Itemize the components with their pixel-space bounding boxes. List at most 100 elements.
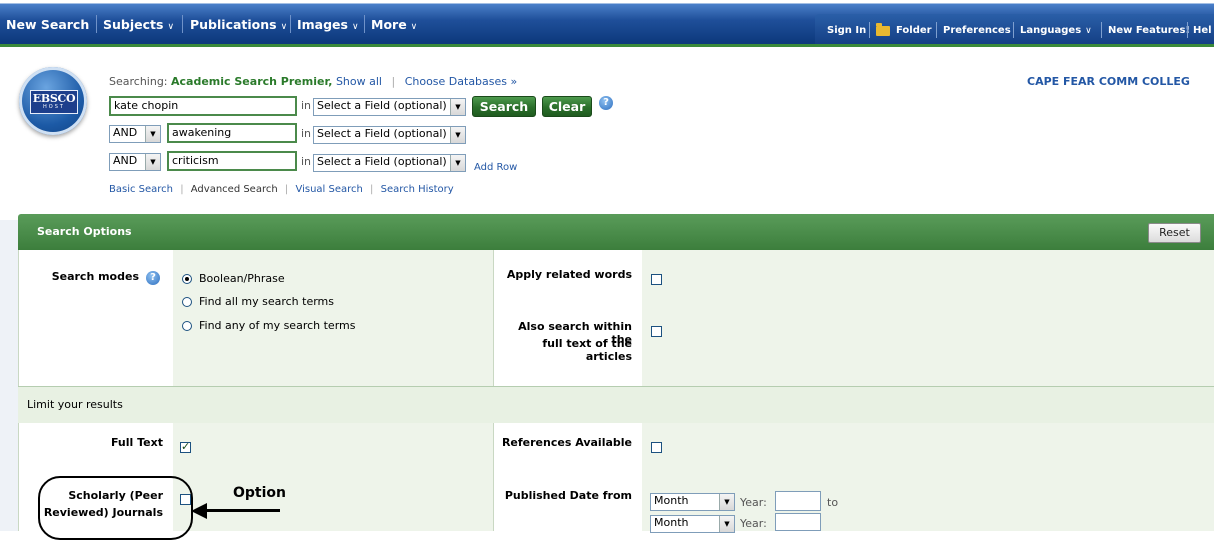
- help-icon[interactable]: ?: [146, 271, 160, 285]
- full-text-checkbox[interactable]: [180, 440, 191, 453]
- separator: |: [391, 75, 396, 88]
- mode-label-find-any: Find any of my search terms: [199, 319, 356, 332]
- boolean-select-value: AND: [113, 126, 138, 139]
- radio-find-all[interactable]: [182, 297, 192, 307]
- nav-images[interactable]: Images ∨: [297, 17, 359, 32]
- new-features-link[interactable]: New Features!: [1108, 25, 1190, 36]
- references-label: References Available: [501, 436, 632, 449]
- boolean-select-3[interactable]: AND ▼: [109, 153, 161, 171]
- search-input-1[interactable]: kate chopin: [109, 96, 297, 116]
- help-icon[interactable]: ?: [599, 96, 613, 110]
- dropdown-arrow-icon: ▼: [145, 126, 160, 142]
- boolean-select-value: AND: [113, 154, 138, 167]
- nav-subjects[interactable]: Subjects ∨: [103, 17, 174, 32]
- year-input-to[interactable]: [775, 513, 821, 531]
- to-label: to: [827, 496, 839, 509]
- in-label: in: [301, 127, 312, 140]
- annotation-oval: [38, 476, 193, 540]
- month-select-value: Month: [654, 494, 689, 507]
- boolean-select-2[interactable]: AND ▼: [109, 125, 161, 143]
- options-value-column-2: [642, 250, 1214, 386]
- search-history-link[interactable]: Search History: [381, 184, 454, 195]
- month-select-to[interactable]: Month ▼: [650, 515, 735, 533]
- dropdown-arrow-icon: ▼: [450, 99, 465, 115]
- chevron-down-icon: ∨: [280, 22, 288, 32]
- dropdown-arrow-icon: ▼: [450, 155, 465, 171]
- preferences-link[interactable]: Preferences: [943, 25, 1011, 36]
- search-input-2[interactable]: awakening: [167, 123, 297, 143]
- year-label: Year:: [740, 517, 767, 530]
- dropdown-arrow-icon: ▼: [719, 494, 734, 510]
- nav-publications[interactable]: Publications ∨: [190, 17, 287, 32]
- languages-label: Languages: [1020, 25, 1082, 36]
- dropdown-arrow-icon: ▼: [719, 516, 734, 532]
- nav-more[interactable]: More ∨: [371, 17, 417, 32]
- sign-in-link[interactable]: Sign In: [827, 25, 866, 36]
- show-all-link[interactable]: Show all: [336, 75, 382, 88]
- folder-icon: [876, 23, 890, 36]
- radio-find-any[interactable]: [182, 321, 192, 331]
- limit-results-title: Limit your results: [27, 398, 123, 411]
- annotation-arrow-icon: [191, 503, 207, 519]
- search-type-links: Basic Search | Advanced Search | Visual …: [109, 184, 454, 195]
- database-name: Academic Search Premier,: [171, 75, 333, 88]
- month-select-value: Month: [654, 516, 689, 529]
- basic-search-link[interactable]: Basic Search: [109, 184, 173, 195]
- separator: |: [284, 184, 289, 195]
- reset-button[interactable]: Reset: [1148, 223, 1201, 243]
- full-text-search-checkbox[interactable]: [651, 326, 662, 337]
- month-select-from[interactable]: Month ▼: [650, 493, 735, 511]
- search-input-3[interactable]: criticism: [167, 151, 297, 171]
- search-button[interactable]: Search: [472, 96, 536, 117]
- searching-label: Searching:: [109, 75, 168, 88]
- chevron-down-icon: ∨: [410, 22, 418, 32]
- field-select-3[interactable]: Select a Field (optional) ▼: [313, 154, 466, 172]
- choose-databases-link[interactable]: Choose Databases »: [405, 75, 518, 88]
- search-options-header: [18, 214, 1214, 250]
- field-select-1[interactable]: Select a Field (optional) ▼: [313, 98, 466, 116]
- visual-search-link[interactable]: Visual Search: [295, 184, 362, 195]
- mode-label-find-all: Find all my search terms: [199, 295, 334, 308]
- year-input-from[interactable]: [775, 491, 821, 511]
- nav-images-label: Images: [297, 17, 348, 32]
- nav-new-search[interactable]: New Search: [6, 17, 89, 32]
- related-words-label: Apply related words: [506, 268, 632, 281]
- limits-value-column: [173, 423, 493, 531]
- related-words-checkbox[interactable]: [651, 274, 662, 285]
- nav-separator: [1187, 22, 1188, 38]
- full-text-search-label-2: full text of the articles: [542, 337, 632, 363]
- nav-separator: [869, 22, 870, 38]
- field-select-value: Select a Field (optional): [317, 99, 447, 112]
- published-date-label: Published Date from: [504, 489, 632, 502]
- nav-underline: [0, 44, 1214, 47]
- nav-separator: [182, 15, 183, 33]
- help-link[interactable]: Hel: [1193, 25, 1212, 36]
- logo-subtext: HOST: [43, 104, 65, 110]
- nav-separator: [936, 22, 937, 38]
- annotation-label: Option: [233, 485, 286, 501]
- field-select-2[interactable]: Select a Field (optional) ▼: [313, 126, 466, 144]
- references-checkbox[interactable]: [651, 442, 662, 453]
- limit-results-header: [18, 386, 1214, 424]
- chevron-down-icon: ∨: [351, 22, 359, 32]
- separator: |: [180, 184, 184, 195]
- nav-separator: [1101, 22, 1102, 38]
- languages-menu[interactable]: Languages ∨: [1020, 25, 1092, 36]
- advanced-search-link[interactable]: Advanced Search: [191, 184, 278, 195]
- annotation-arrow-shaft: [205, 509, 280, 512]
- full-text-label: Full Text: [110, 436, 163, 449]
- nav-separator: [290, 15, 291, 33]
- folder-link[interactable]: Folder: [896, 25, 932, 36]
- radio-boolean-phrase[interactable]: [182, 274, 192, 284]
- left-gutter: [0, 220, 18, 531]
- field-select-value: Select a Field (optional): [317, 155, 447, 168]
- mode-label-boolean: Boolean/Phrase: [199, 272, 285, 285]
- nav-separator: [364, 15, 365, 33]
- add-row-link[interactable]: Add Row: [474, 162, 517, 173]
- clear-button[interactable]: Clear: [542, 96, 592, 117]
- in-label: in: [301, 99, 312, 112]
- dropdown-arrow-icon: ▼: [145, 154, 160, 170]
- searching-line: Searching: Academic Search Premier, Show…: [109, 75, 517, 88]
- nav-separator: [96, 15, 97, 33]
- field-select-value: Select a Field (optional): [317, 127, 447, 140]
